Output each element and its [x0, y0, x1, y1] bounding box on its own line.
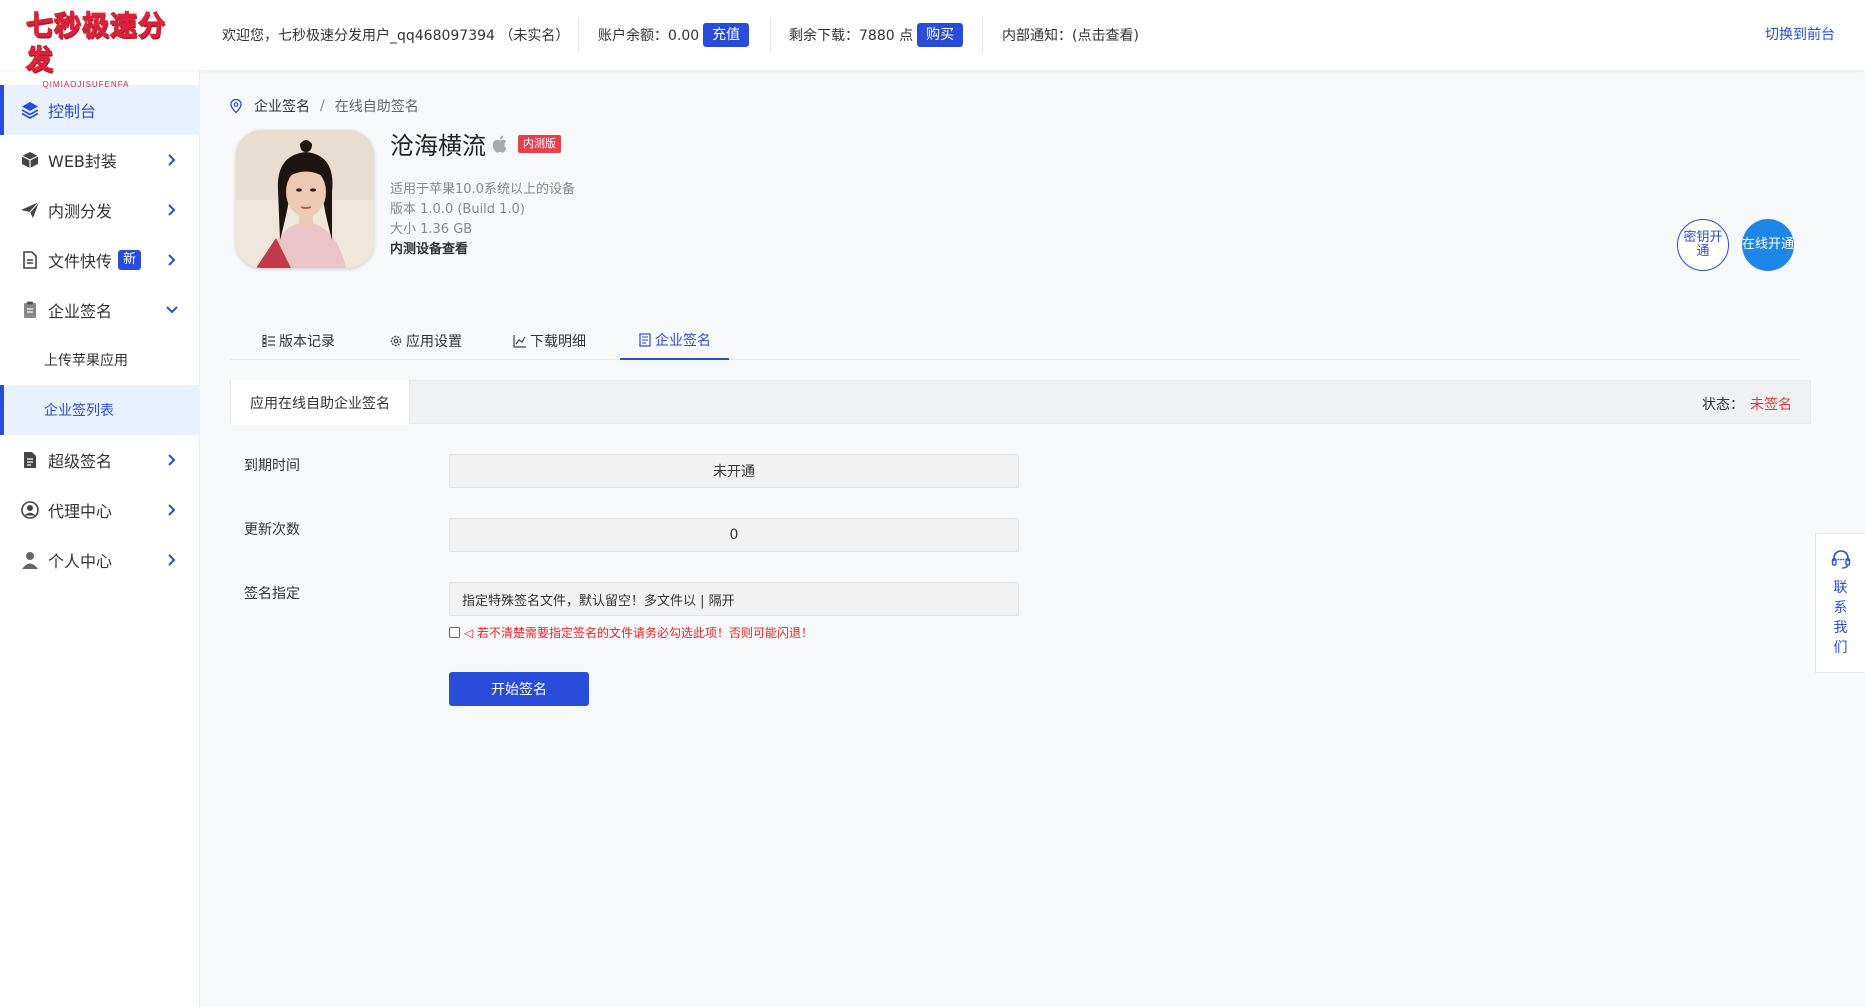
key-open-button[interactable]: 密钥开通 — [1677, 219, 1729, 271]
agent-icon — [20, 500, 40, 520]
tab-label: 企业签名 — [655, 333, 711, 349]
beta-badge: 内测版 — [518, 134, 561, 153]
sidebar-item-label: 代理中心 — [48, 502, 113, 521]
document-icon — [639, 333, 651, 347]
contact-us-label: 联系我们 — [1833, 580, 1848, 656]
header-divider — [578, 18, 579, 52]
expiry-field: 未开通 — [449, 454, 1019, 488]
tab-label: 应用设置 — [406, 334, 462, 350]
chevron-right-icon — [168, 504, 176, 516]
chevron-right-icon — [168, 254, 176, 266]
tab-enterprise-sign[interactable]: 企业签名 — [620, 322, 729, 360]
chevron-right-icon — [168, 154, 176, 166]
sidebar-item-label: 个人中心 — [48, 552, 113, 571]
chevron-right-icon — [168, 554, 176, 566]
breadcrumb-root[interactable]: 企业签名 — [254, 96, 310, 116]
chevron-down-icon — [166, 306, 178, 314]
user-icon — [20, 550, 40, 570]
sidebar-item-super-sign[interactable]: 超级签名 — [0, 435, 200, 485]
sidebar-item-label: WEB封装 — [48, 152, 117, 171]
notice-link[interactable]: 内部通知：(点击查看) — [1002, 24, 1139, 46]
tab-version-history[interactable]: 版本记录 — [244, 322, 353, 360]
sidebar-subitem-enterprise-list[interactable]: 企业签列表 — [0, 385, 200, 435]
warning-text: ◁ 若不清楚需要指定签名的文件请务必勾选此项！否则可能闪退！ — [464, 626, 814, 640]
apple-icon — [492, 135, 507, 153]
expiry-label: 到期时间 — [244, 458, 300, 474]
clipboard-icon — [20, 300, 40, 320]
chevron-right-icon — [168, 454, 176, 466]
sign-status-label: 状态： — [1702, 397, 1744, 413]
sidebar-item-web-wrap[interactable]: WEB封装 — [0, 135, 200, 185]
logo-subtext: QIMIAOJISUFENFA — [42, 80, 130, 89]
recharge-button[interactable]: 充值 — [703, 23, 750, 47]
sidebar-item-label: 超级签名 — [48, 452, 113, 471]
app-size: 大小 1.36 GB — [390, 222, 473, 237]
update-count-label: 更新次数 — [244, 522, 300, 538]
header-divider — [982, 18, 983, 52]
buy-button[interactable]: 购买 — [917, 23, 964, 47]
switch-to-front-link[interactable]: 切换到前台 — [1765, 24, 1835, 44]
breadcrumb: 企业签名 / 在线自助签名 — [228, 96, 419, 116]
downloads-label: 剩余下载：7880 点 — [789, 28, 914, 44]
sidebar-item-label: 文件快传 — [48, 252, 113, 271]
app-version: 版本 1.0.0 (Build 1.0) — [390, 202, 525, 217]
downloads-group: 剩余下载：7880 点 购买 — [789, 23, 964, 47]
online-open-button[interactable]: 在线开通 — [1742, 219, 1794, 271]
sidebar-subitem-upload-apple[interactable]: 上传苹果应用 — [0, 335, 200, 385]
sidebar-item-label: 企业签名 — [48, 302, 113, 321]
sidebar-item-label: 内测分发 — [48, 202, 113, 221]
sign-panel-header: 应用在线自助企业签名 状态： 未签名 — [230, 380, 1811, 425]
cube-icon — [20, 150, 40, 170]
list-icon — [262, 335, 275, 347]
logo-text: 七秒极速分发 — [25, 10, 166, 76]
balance-group: 账户余额：0.00 充值 — [598, 23, 750, 47]
sidebar: 控制台 WEB封装 内测分发 文件快传 新 企业签名 上传苹果应用 企业签列表 — [0, 70, 200, 1007]
update-count-field: 0 — [449, 518, 1019, 552]
sidebar-item-label: 控制台 — [48, 102, 97, 121]
layers-icon — [20, 100, 40, 120]
breadcrumb-current: 在线自助签名 — [334, 99, 419, 115]
sidebar-item-file-transfer[interactable]: 文件快传 新 — [0, 235, 200, 285]
breadcrumb-separator: / — [320, 98, 325, 114]
sign-assign-label: 签名指定 — [244, 586, 300, 602]
assign-checkbox[interactable] — [449, 627, 460, 638]
header-divider — [770, 18, 771, 52]
new-badge: 新 — [118, 250, 142, 270]
app-tabs: 版本记录 应用设置 下载明细 企业签名 — [230, 322, 1800, 360]
beta-devices-link[interactable]: 内测设备查看 — [390, 238, 468, 257]
chevron-right-icon — [168, 204, 176, 216]
balance-label: 账户余额：0.00 — [598, 28, 700, 44]
welcome-text: 欢迎您，七秒极速分发用户_qq468097394 （未实名） — [222, 28, 570, 44]
sign-status: 状态： 未签名 — [1702, 394, 1792, 414]
sidebar-item-enterprise-sign[interactable]: 企业签名 — [0, 285, 200, 335]
sidebar-item-personal-center[interactable]: 个人中心 — [0, 535, 200, 585]
warning-row: ◁ 若不清楚需要指定签名的文件请务必勾选此项！否则可能闪退！ — [449, 624, 813, 641]
app-icon — [236, 130, 374, 268]
file-icon — [20, 250, 40, 270]
sign-status-value: 未签名 — [1750, 397, 1792, 413]
app-name-text: 沧海横流 — [390, 132, 486, 160]
paper-plane-icon — [20, 200, 40, 220]
tab-label: 版本记录 — [279, 334, 335, 350]
sign-assign-input[interactable]: 指定特殊签名文件，默认留空！多文件以 | 隔开 — [449, 582, 1019, 616]
line-chart-icon — [513, 335, 526, 348]
headset-icon — [1831, 550, 1850, 569]
tab-app-settings[interactable]: 应用设置 — [371, 322, 480, 360]
sidebar-item-agent-center[interactable]: 代理中心 — [0, 485, 200, 535]
gear-icon — [390, 335, 402, 347]
top-header: 七秒极速分发 QIMIAOJISUFENFA 欢迎您，七秒极速分发用户_qq46… — [0, 0, 1865, 89]
tab-label: 下载明细 — [530, 334, 586, 350]
location-icon — [230, 98, 242, 114]
panel-tab-online-sign[interactable]: 应用在线自助企业签名 — [231, 380, 410, 425]
logo[interactable]: 七秒极速分发 QIMIAOJISUFENFA — [25, 10, 182, 89]
sidebar-item-beta-dist[interactable]: 内测分发 — [0, 185, 200, 235]
tab-download-details[interactable]: 下载明细 — [495, 322, 604, 360]
app-name: 沧海横流 内测版 — [390, 126, 561, 161]
start-sign-button[interactable]: 开始签名 — [449, 672, 589, 706]
app-compat: 适用于苹果10.0系统以上的设备 — [390, 182, 575, 197]
document-icon — [20, 450, 40, 470]
contact-us-float[interactable]: 联系我们 — [1815, 533, 1865, 673]
sidebar-item-console[interactable]: 控制台 — [0, 85, 200, 135]
